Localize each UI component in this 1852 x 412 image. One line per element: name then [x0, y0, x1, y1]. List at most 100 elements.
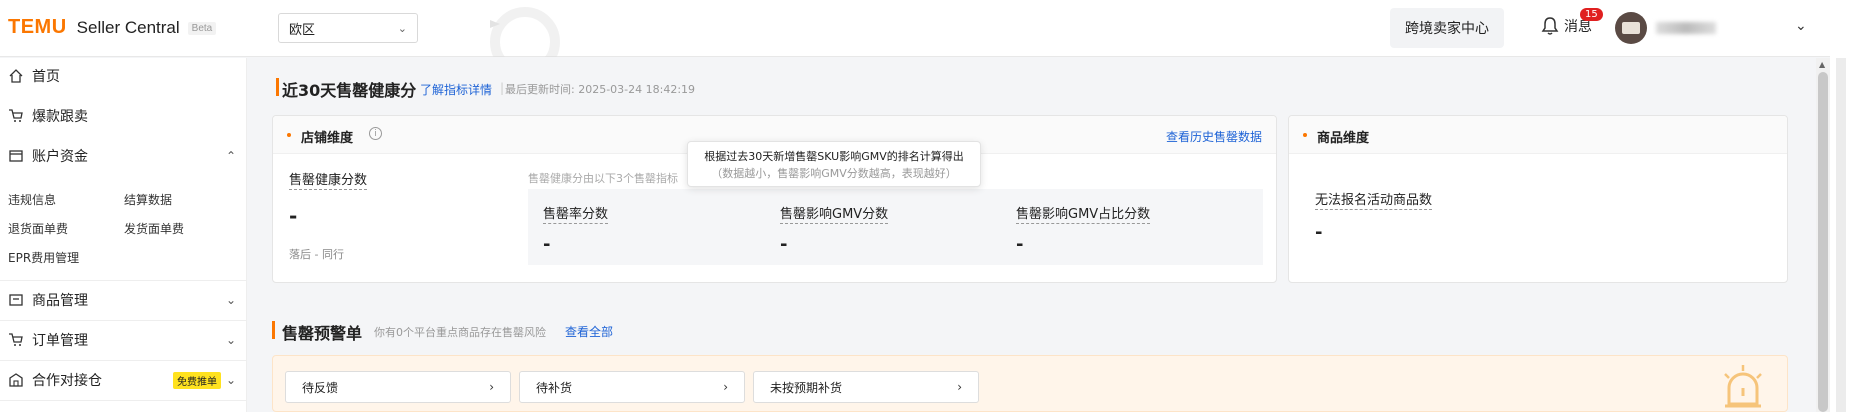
- decorative-graphic: [490, 7, 560, 57]
- pending-feedback-button[interactable]: 待反馈 ›: [285, 371, 511, 403]
- sidebar-item-hot-sales[interactable]: 爆款跟卖: [0, 98, 247, 134]
- card-title: 商品维度: [1317, 131, 1370, 146]
- health-score-value: -: [289, 204, 298, 228]
- sidebar: 首页 爆款跟卖 账户资金 ⌃ 违规信息 结算数据 退货面单费 发货面单费 EPR…: [0, 58, 247, 412]
- warning-description: 你有0个平台重点商品存在售罄风险: [374, 326, 546, 339]
- sidebar-item-label: 商品管理: [32, 293, 88, 309]
- metric-label[interactable]: 售罄率分数: [543, 203, 609, 224]
- metric-value: -: [543, 234, 551, 255]
- bell-icon: [1541, 17, 1559, 35]
- bullet-dot: [287, 133, 291, 137]
- unregistrable-products-value: -: [1315, 222, 1323, 243]
- metric-value: -: [780, 234, 788, 255]
- sidebar-item-coop-warehouse[interactable]: 合作对接仓 免费推单 ⌄: [0, 362, 247, 398]
- cart-icon: [8, 332, 24, 348]
- alarm-icon: [1724, 365, 1762, 408]
- messages-count-badge: 15: [1580, 8, 1603, 21]
- pill-label: 待反馈: [302, 380, 339, 395]
- temu-logo[interactable]: TEMU Seller Central Beta: [8, 16, 217, 39]
- chevron-down-icon: ⌄: [226, 373, 237, 387]
- sidebar-item-product-mgmt[interactable]: 商品管理 ⌄: [0, 282, 247, 318]
- tooltip-line-2: （数据越小，售罄影响GMV分数越高，表现越好）: [711, 167, 957, 180]
- pending-restock-button[interactable]: 待补货 ›: [519, 371, 745, 403]
- divider: [0, 320, 247, 321]
- logo-product: Seller Central: [76, 18, 180, 37]
- logo-brand: TEMU: [8, 16, 67, 38]
- last-updated: 最后更新时间: 2025-03-24 18:42:19: [505, 83, 696, 96]
- divider: [0, 280, 247, 281]
- chevron-right-icon: ›: [489, 380, 494, 394]
- sidebar-item-account-funds[interactable]: 账户资金 ⌃: [0, 138, 247, 174]
- history-data-link[interactable]: 查看历史售罄数据: [1166, 128, 1262, 145]
- sidebar-item-label: 爆款跟卖: [32, 109, 88, 125]
- scrollbar-thumb[interactable]: [1818, 72, 1828, 412]
- sidebar-item-home[interactable]: 首页: [0, 58, 247, 94]
- card-header: 商品维度: [1289, 116, 1787, 154]
- metric-tooltip: 根据过去30天新增售罄SKU影响GMV的排名计算得出 （数据越小，售罄影响GMV…: [687, 141, 981, 187]
- learn-metrics-link[interactable]: 了解指标详情: [420, 81, 492, 98]
- box-icon: [8, 292, 24, 308]
- unregistrable-products-label[interactable]: 无法报名活动商品数: [1315, 189, 1433, 210]
- free-push-badge: 免费推单: [173, 371, 221, 389]
- metric-label[interactable]: 售罄影响GMV占比分数: [1016, 203, 1151, 224]
- section-accent-bar: [276, 78, 279, 96]
- sidebar-item-order-mgmt[interactable]: 订单管理 ⌄: [0, 322, 247, 358]
- sub-item-epr-fees[interactable]: EPR费用管理: [8, 249, 79, 266]
- username-redacted: [1656, 22, 1716, 34]
- outer-scroll-thumb[interactable]: [1836, 58, 1846, 412]
- warning-banner: 待反馈 › 待补货 › 未按预期补货 ›: [272, 355, 1788, 412]
- sidebar-item-label: 首页: [32, 69, 60, 85]
- region-value: 欧区: [289, 22, 316, 38]
- composition-note: 售罄健康分由以下3个售罄指标: [528, 172, 678, 185]
- beta-badge: Beta: [187, 22, 217, 35]
- chevron-down-icon[interactable]: ⌄: [1795, 18, 1807, 34]
- sidebar-item-label: 账户资金: [32, 149, 88, 165]
- metric-sellout-rate: 售罄率分数 -: [543, 203, 609, 255]
- chevron-down-icon: ⌄: [226, 293, 237, 307]
- metric-gmv-share: 售罄影响GMV占比分数 -: [1016, 203, 1151, 255]
- warehouse-icon: [8, 372, 24, 388]
- not-restocked-button[interactable]: 未按预期补货 ›: [753, 371, 979, 403]
- region-select[interactable]: 欧区 ⌄: [278, 13, 418, 43]
- bullet-dot: [1303, 133, 1307, 137]
- product-dimension-card: 商品维度 无法报名活动商品数 -: [1288, 115, 1788, 283]
- metric-label[interactable]: 售罄影响GMV分数: [780, 203, 889, 224]
- card-title: 店铺维度: [301, 131, 354, 146]
- section-accent-bar: [272, 321, 275, 339]
- view-all-link[interactable]: 查看全部: [565, 323, 613, 340]
- metric-gmv-impact: 售罄影响GMV分数 -: [780, 203, 889, 255]
- sub-item-return-label-fee[interactable]: 退货面单费: [8, 220, 68, 237]
- pill-label: 未按预期补货: [770, 380, 843, 395]
- cross-border-center-button[interactable]: 跨境卖家中心: [1390, 8, 1504, 48]
- top-header: TEMU Seller Central Beta 欧区 ⌄ 跨境卖家中心 消息 …: [0, 0, 1852, 57]
- info-icon[interactable]: i: [369, 127, 382, 140]
- scroll-up-icon[interactable]: ▲: [1819, 60, 1825, 69]
- cart-icon: [8, 108, 24, 124]
- metrics-panel: 售罄率分数 - 售罄影响GMV分数 - 售罄影响GMV占比分数 -: [528, 189, 1263, 265]
- sidebar-item-label: 合作对接仓: [32, 373, 102, 389]
- sub-item-settlement[interactable]: 结算数据: [124, 191, 172, 208]
- avatar-image: [1622, 22, 1640, 34]
- wallet-icon: [8, 148, 24, 164]
- chevron-right-icon: ›: [723, 380, 728, 394]
- chevron-down-icon: ⌄: [397, 21, 407, 35]
- peer-compare: 落后 - 同行: [289, 248, 344, 261]
- divider: [0, 400, 247, 401]
- page-title: 近30天售罄健康分: [282, 81, 417, 100]
- chevron-right-icon: ›: [957, 380, 962, 394]
- title-separator: |: [500, 81, 505, 95]
- tooltip-line-1: 根据过去30天新增售罄SKU影响GMV的排名计算得出: [704, 150, 964, 163]
- sidebar-item-label: 订单管理: [32, 333, 88, 349]
- scrollbar[interactable]: ▲: [1816, 58, 1830, 412]
- sub-item-violations[interactable]: 违规信息: [8, 191, 56, 208]
- chevron-up-icon: ⌃: [226, 149, 237, 163]
- health-score-label[interactable]: 售罄健康分数: [289, 169, 368, 190]
- avatar[interactable]: [1615, 12, 1647, 44]
- chevron-down-icon: ⌄: [226, 333, 237, 347]
- warning-title: 售罄预警单: [282, 324, 363, 343]
- sub-item-shipping-label-fee[interactable]: 发货面单费: [124, 220, 184, 237]
- messages-button[interactable]: 消息 15: [1540, 8, 1603, 36]
- metric-value: -: [1016, 234, 1024, 255]
- divider: [0, 360, 247, 361]
- home-icon: [8, 68, 24, 84]
